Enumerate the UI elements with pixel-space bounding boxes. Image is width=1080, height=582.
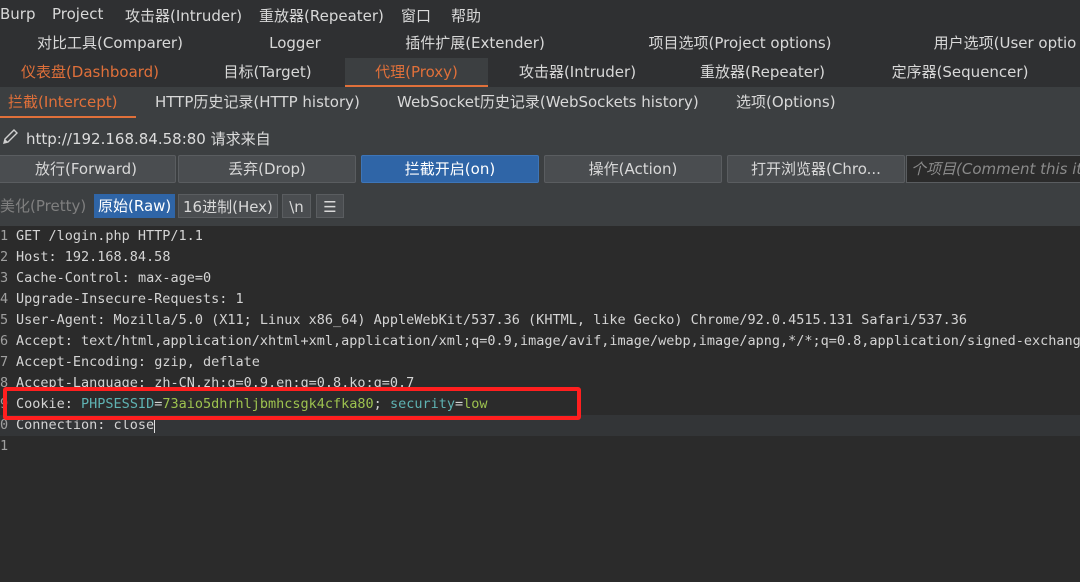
header-name: Cache-Control [16, 270, 122, 286]
intercept-toolbar: 放行(Forward) 丢弃(Drop) 拦截开启(on) 操作(Action)… [0, 154, 1080, 186]
main-tabs-row-2: 仪表盘(Dashboard) 目标(Target) 代理(Proxy) 攻击器(… [0, 58, 1080, 87]
line-content: Accept-Encoding: gzip, deflate [16, 352, 260, 373]
request-line[interactable]: 4 Upgrade-Insecure-Requests: 1 [0, 289, 1080, 310]
cookie-highlight-box [3, 387, 581, 420]
line-content: Upgrade-Insecure-Requests: 1 [16, 289, 244, 310]
header-name: Upgrade-Insecure-Requests [16, 291, 220, 307]
request-line[interactable]: 2 Host: 192.168.84.58 [0, 247, 1080, 268]
newline-toggle[interactable]: \n [282, 194, 311, 218]
request-line[interactable]: 7 Accept-Encoding: gzip, deflate [0, 352, 1080, 373]
header-separator: : [137, 354, 155, 370]
open-browser-button[interactable]: 打开浏览器(Chro... [727, 155, 905, 183]
line-content: Accept: text/html,application/xhtml+xml,… [16, 331, 1080, 352]
line-content: User-Agent: Mozilla/5.0 (X11; Linux x86_… [16, 310, 967, 331]
header-value: text/html,application/xhtml+xml,applicat… [81, 333, 1080, 349]
menu-intruder[interactable]: 攻击器(Intruder) [125, 5, 242, 26]
header-value: GET /login.php HTTP/1.1 [16, 228, 203, 244]
tab-websockets-history[interactable]: WebSocket历史记录(WebSockets history) [397, 87, 699, 118]
header-separator: : [121, 270, 138, 286]
header-value: 1 [235, 291, 244, 307]
tab-dashboard[interactable]: 仪表盘(Dashboard) [0, 58, 180, 87]
header-value: Mozilla/5.0 (X11; Linux x86_64) AppleWeb… [113, 312, 967, 328]
menu-window[interactable]: 窗口 [401, 5, 431, 26]
comment-input[interactable]: 个项目(Comment this it [906, 155, 1080, 183]
tab-sequencer[interactable]: 定序器(Sequencer) [870, 58, 1050, 87]
tab-logger[interactable]: Logger [225, 29, 365, 58]
line-number: 1 [0, 228, 9, 244]
request-line[interactable]: 5 User-Agent: Mozilla/5.0 (X11; Linux x86… [0, 310, 1080, 331]
line-content: Host: 192.168.84.58 [16, 247, 170, 268]
tab-comparer[interactable]: 对比工具(Comparer) [0, 29, 220, 58]
header-value: 192.168.84.58 [64, 249, 171, 265]
pencil-icon[interactable] [2, 127, 20, 145]
tab-http-history[interactable]: HTTP历史记录(HTTP history) [155, 87, 360, 118]
request-line[interactable]: 1 [0, 436, 1080, 457]
request-target-url: http://192.168.84.58:80 请求来自 [26, 130, 271, 148]
menu-bar: Burp Project 攻击器(Intruder) 重放器(Repeater)… [0, 0, 1080, 29]
request-line[interactable]: 3 Cache-Control: max-age=0 [0, 268, 1080, 289]
tab-project-options[interactable]: 项目选项(Project options) [610, 29, 870, 58]
tab-extender[interactable]: 插件扩展(Extender) [370, 29, 580, 58]
action-button[interactable]: 操作(Action) [544, 155, 722, 183]
request-line[interactable]: 6 Accept: text/html,application/xhtml+xml… [0, 331, 1080, 352]
header-value: gzip, deflate [154, 354, 260, 370]
header-separator: : [97, 312, 114, 328]
intercept-toggle-button[interactable]: 拦截开启(on) [361, 155, 539, 183]
menu-icon[interactable]: ☰ [316, 194, 344, 218]
line-number: 2 [0, 249, 9, 265]
header-value: max-age=0 [137, 270, 212, 286]
line-content: Cache-Control: max-age=0 [16, 268, 211, 289]
line-number: 3 [0, 270, 9, 286]
main-tabs-row-1: 对比工具(Comparer) Logger 插件扩展(Extender) 项目选… [0, 29, 1080, 58]
header-separator: : [64, 333, 82, 349]
menu-burp[interactable]: Burp [0, 5, 36, 23]
header-separator: : [48, 249, 65, 265]
menu-project[interactable]: Project [52, 5, 103, 23]
view-pretty-tab[interactable]: 美化(Pretty) [0, 194, 90, 218]
line-content: GET /login.php HTTP/1.1 [16, 226, 203, 247]
header-name: Accept-Encoding [16, 354, 138, 370]
header-name: Accept [16, 333, 65, 349]
tab-user-options[interactable]: 用户选项(User optio [900, 29, 1080, 58]
tab-intruder[interactable]: 攻击器(Intruder) [495, 58, 660, 87]
header-name: Host [16, 249, 49, 265]
tab-options[interactable]: 选项(Options) [736, 87, 836, 118]
tab-target[interactable]: 目标(Target) [185, 58, 350, 87]
proxy-subtabs: 拦截(Intercept) HTTP历史记录(HTTP history) Web… [0, 87, 1080, 118]
menu-help[interactable]: 帮助 [451, 5, 481, 26]
line-number: 6 [0, 333, 9, 349]
tab-proxy[interactable]: 代理(Proxy) [345, 58, 488, 87]
line-number: 7 [0, 354, 9, 370]
view-hex-tab[interactable]: 16进制(Hex) [178, 194, 278, 218]
intercept-url-bar: http://192.168.84.58:80 请求来自 [0, 118, 1080, 154]
request-line[interactable]: 1 GET /login.php HTTP/1.1 [0, 226, 1080, 247]
line-number: 5 [0, 312, 9, 328]
drop-button[interactable]: 丢弃(Drop) [178, 155, 356, 183]
forward-button[interactable]: 放行(Forward) [0, 155, 176, 183]
line-number: 1 [0, 438, 9, 454]
view-raw-tab[interactable]: 原始(Raw) [94, 194, 176, 218]
menu-repeater[interactable]: 重放器(Repeater) [259, 5, 384, 26]
header-separator: : [219, 291, 236, 307]
tab-intercept[interactable]: 拦截(Intercept) [0, 87, 136, 118]
header-name: User-Agent [16, 312, 98, 328]
message-view-tabs: 美化(Pretty) 原始(Raw) 16进制(Hex) \n ☰ [0, 186, 1080, 226]
tab-repeater[interactable]: 重放器(Repeater) [680, 58, 845, 87]
line-number: 4 [0, 291, 9, 307]
